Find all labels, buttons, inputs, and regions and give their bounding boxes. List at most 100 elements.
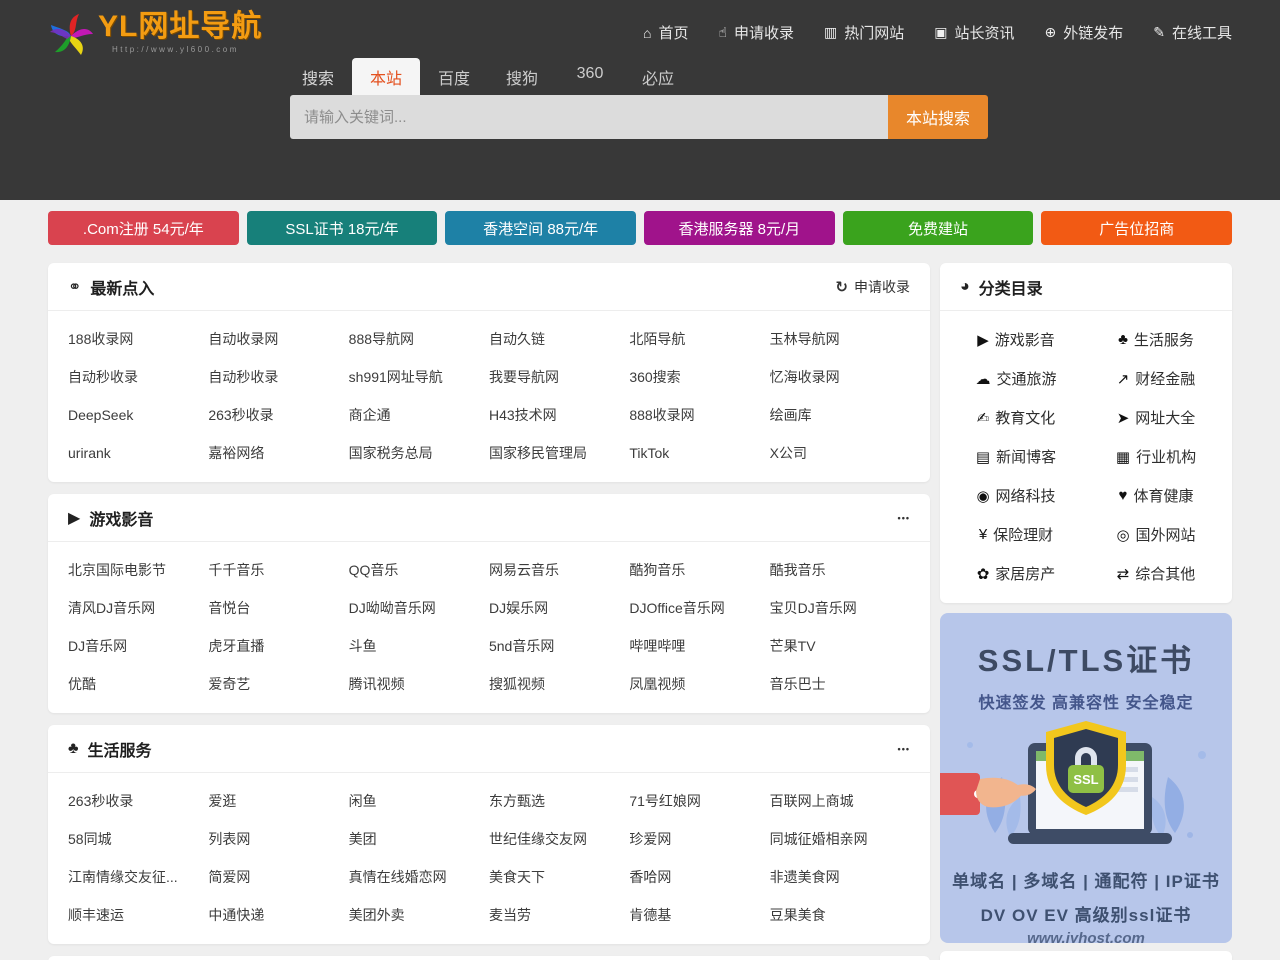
top-nav-item[interactable]: ▣ 站长资讯: [934, 22, 1014, 43]
site-link[interactable]: 188收录网: [68, 320, 208, 358]
promo-banner[interactable]: 广告位招商: [1041, 211, 1232, 245]
site-link[interactable]: urirank: [68, 434, 208, 472]
site-link[interactable]: H43技术网: [489, 396, 629, 434]
top-nav-item[interactable]: ▥ 热门网站: [824, 22, 904, 43]
site-link[interactable]: 斗鱼: [349, 627, 489, 665]
promo-banner[interactable]: 香港空间 88元/年: [445, 211, 636, 245]
site-link[interactable]: 我要导航网: [489, 358, 629, 396]
ssl-certificate-ad[interactable]: SSL/TLS证书 快速签发 高兼容性 安全稳定: [940, 613, 1232, 943]
site-link[interactable]: 虎牙直播: [208, 627, 348, 665]
site-link[interactable]: DJ音乐网: [68, 627, 208, 665]
site-link[interactable]: sh991网址导航: [349, 358, 489, 396]
site-link[interactable]: 顺丰速运: [68, 896, 208, 934]
site-link[interactable]: 商企通: [349, 396, 489, 434]
site-link[interactable]: 美食天下: [489, 858, 629, 896]
search-engine-tab[interactable]: 搜狗: [488, 58, 556, 95]
search-button[interactable]: 本站搜索: [888, 95, 988, 139]
site-link[interactable]: 江南情缘交友征...: [68, 858, 208, 896]
site-link[interactable]: 豆果美食: [770, 896, 910, 934]
site-link[interactable]: 麦当劳: [489, 896, 629, 934]
category-item[interactable]: ⇄ 综合其他: [1086, 554, 1226, 593]
search-engine-tab[interactable]: 百度: [420, 58, 488, 95]
site-link[interactable]: 263秒收录: [208, 396, 348, 434]
site-link[interactable]: 肯德基: [629, 896, 769, 934]
category-item[interactable]: ☁ 交通旅游: [946, 359, 1086, 398]
site-link[interactable]: 简爱网: [208, 858, 348, 896]
category-item[interactable]: ↗ 财经金融: [1086, 359, 1226, 398]
site-link[interactable]: 北京国际电影节: [68, 551, 208, 589]
category-item[interactable]: ♥ 体育健康: [1086, 476, 1226, 515]
site-link[interactable]: 自动久链: [489, 320, 629, 358]
category-item[interactable]: ◎ 国外网站: [1086, 515, 1226, 554]
site-link[interactable]: 腾讯视频: [349, 665, 489, 703]
site-link[interactable]: 自动收录网: [208, 320, 348, 358]
search-engine-tab[interactable]: 360: [556, 58, 624, 95]
site-link[interactable]: 宝贝DJ音乐网: [770, 589, 910, 627]
site-link[interactable]: 5nd音乐网: [489, 627, 629, 665]
site-link[interactable]: 真情在线婚恋网: [349, 858, 489, 896]
site-link[interactable]: DJ娱乐网: [489, 589, 629, 627]
site-link[interactable]: 美团: [349, 820, 489, 858]
site-link[interactable]: 自动秒收录: [208, 358, 348, 396]
site-link[interactable]: 百联网上商城: [770, 782, 910, 820]
top-nav-item[interactable]: ⌂ 首页: [643, 22, 688, 43]
site-link[interactable]: 爱逛: [208, 782, 348, 820]
promo-banner[interactable]: 免费建站: [843, 211, 1034, 245]
site-link[interactable]: 北陌导航: [629, 320, 769, 358]
site-link[interactable]: DeepSeek: [68, 396, 208, 434]
search-input[interactable]: [290, 95, 888, 139]
site-link[interactable]: 忆海收录网: [770, 358, 910, 396]
site-link[interactable]: 网易云音乐: [489, 551, 629, 589]
site-link[interactable]: 千千音乐: [208, 551, 348, 589]
site-link[interactable]: 美团外卖: [349, 896, 489, 934]
site-link[interactable]: 凤凰视频: [629, 665, 769, 703]
site-link[interactable]: 非遗美食网: [770, 858, 910, 896]
site-link[interactable]: 58同城: [68, 820, 208, 858]
category-item[interactable]: ◉ 网络科技: [946, 476, 1086, 515]
site-link[interactable]: 闲鱼: [349, 782, 489, 820]
site-link[interactable]: 搜狐视频: [489, 665, 629, 703]
search-engine-tab[interactable]: 必应: [624, 58, 692, 95]
site-link[interactable]: 东方甄选: [489, 782, 629, 820]
site-link[interactable]: 71号红娘网: [629, 782, 769, 820]
category-item[interactable]: ¥ 保险理财: [946, 515, 1086, 554]
site-link[interactable]: 自动秒收录: [68, 358, 208, 396]
category-item[interactable]: ▤ 新闻博客: [946, 437, 1086, 476]
site-link[interactable]: 中通快递: [208, 896, 348, 934]
site-link[interactable]: 360搜索: [629, 358, 769, 396]
apply-inclusion-link[interactable]: ↻ 申请收录: [835, 277, 910, 297]
site-link[interactable]: 嘉裕网络: [208, 434, 348, 472]
site-link[interactable]: 绘画库: [770, 396, 910, 434]
site-link[interactable]: QQ音乐: [349, 551, 489, 589]
site-link[interactable]: 珍爱网: [629, 820, 769, 858]
site-link[interactable]: 263秒收录: [68, 782, 208, 820]
site-link[interactable]: 芒果TV: [770, 627, 910, 665]
site-link[interactable]: 世纪佳缘交友网: [489, 820, 629, 858]
site-link[interactable]: 酷我音乐: [770, 551, 910, 589]
more-options-button[interactable]: •••: [898, 513, 910, 523]
promo-banner[interactable]: SSL证书 18元/年: [247, 211, 438, 245]
site-link[interactable]: 同城征婚相亲网: [770, 820, 910, 858]
site-link[interactable]: 音乐巴士: [770, 665, 910, 703]
category-item[interactable]: ✿ 家居房产: [946, 554, 1086, 593]
more-options-button[interactable]: •••: [898, 744, 910, 754]
site-link[interactable]: 爱奇艺: [208, 665, 348, 703]
site-link[interactable]: X公司: [770, 434, 910, 472]
category-item[interactable]: ▦ 行业机构: [1086, 437, 1226, 476]
site-link[interactable]: TikTok: [629, 434, 769, 472]
category-item[interactable]: ▶ 游戏影音: [946, 320, 1086, 359]
site-logo[interactable]: YL网址导航 Http://www.yl600.com: [48, 10, 262, 65]
top-nav-item[interactable]: ☝ 申请收录: [718, 22, 794, 43]
site-link[interactable]: 优酷: [68, 665, 208, 703]
site-link[interactable]: 哔哩哔哩: [629, 627, 769, 665]
site-link[interactable]: 玉林导航网: [770, 320, 910, 358]
top-nav-item[interactable]: ✎ 在线工具: [1153, 22, 1232, 43]
site-link[interactable]: 酷狗音乐: [629, 551, 769, 589]
category-item[interactable]: ➤ 网址大全: [1086, 398, 1226, 437]
site-link[interactable]: 香哈网: [629, 858, 769, 896]
site-link[interactable]: 国家税务总局: [349, 434, 489, 472]
category-item[interactable]: ♣ 生活服务: [1086, 320, 1226, 359]
promo-banner[interactable]: .Com注册 54元/年: [48, 211, 239, 245]
site-link[interactable]: 列表网: [208, 820, 348, 858]
site-link[interactable]: 音悦台: [208, 589, 348, 627]
